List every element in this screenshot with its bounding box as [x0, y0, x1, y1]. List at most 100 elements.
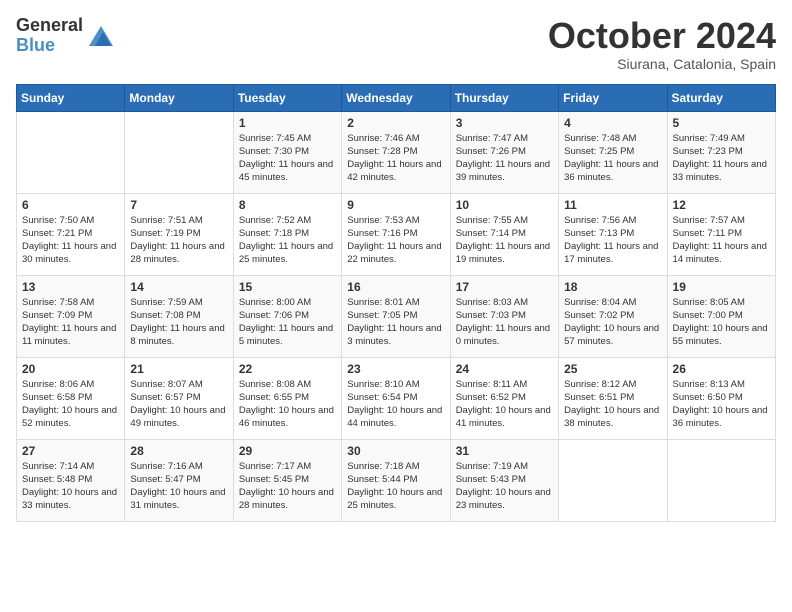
location: Siurana, Catalonia, Spain	[548, 56, 776, 72]
cell-4-7: 26 Sunrise: 8:13 AM Sunset: 6:50 PM Dayli…	[667, 357, 775, 439]
cell-4-1: 20 Sunrise: 8:06 AM Sunset: 6:58 PM Dayli…	[17, 357, 125, 439]
day-number: 23	[347, 362, 444, 376]
cell-4-3: 22 Sunrise: 8:08 AM Sunset: 6:55 PM Dayli…	[233, 357, 341, 439]
cell-5-1: 27Sunrise: 7:14 AM Sunset: 5:48 PM Dayli…	[17, 439, 125, 521]
cell-info: Sunrise: 7:47 AM Sunset: 7:26 PM Dayligh…	[456, 132, 553, 185]
cell-2-4: 9Sunrise: 7:53 AM Sunset: 7:16 PM Daylig…	[342, 193, 450, 275]
day-number: 9	[347, 198, 444, 212]
cell-3-7: 19 Sunrise: 8:05 AM Sunset: 7:00 PM Dayli…	[667, 275, 775, 357]
cell-5-3: 29 Sunrise: 7:17 AM Sunset: 5:45 PM Dayli…	[233, 439, 341, 521]
cell-2-3: 8Sunrise: 7:52 AM Sunset: 7:18 PM Daylig…	[233, 193, 341, 275]
day-number: 29	[239, 444, 336, 458]
calendar-body: 1Sunrise: 7:45 AM Sunset: 7:30 PM Daylig…	[17, 111, 776, 521]
cell-5-5: 31 Sunrise: 7:19 AM Sunset: 5:43 PM Dayli…	[450, 439, 558, 521]
logo: General Blue	[16, 16, 113, 56]
day-number: 12	[673, 198, 770, 212]
day-number: 28	[130, 444, 227, 458]
cell-info: Sunrise: 8:11 AM Sunset: 6:52 PM Dayligh…	[456, 378, 553, 431]
cell-2-7: 12 Sunrise: 7:57 AM Sunset: 7:11 PM Dayli…	[667, 193, 775, 275]
cell-info: Sunrise: 7:51 AM Sunset: 7:19 PM Dayligh…	[130, 214, 227, 267]
cell-info: Sunrise: 8:10 AM Sunset: 6:54 PM Dayligh…	[347, 378, 444, 431]
cell-info: Sunrise: 7:49 AM Sunset: 7:23 PM Dayligh…	[673, 132, 770, 185]
day-number: 25	[564, 362, 661, 376]
cell-1-2	[125, 111, 233, 193]
cell-3-1: 13Sunrise: 7:58 AM Sunset: 7:09 PM Dayli…	[17, 275, 125, 357]
cell-5-6	[559, 439, 667, 521]
cell-info: Sunrise: 8:03 AM Sunset: 7:03 PM Dayligh…	[456, 296, 553, 349]
weekday-tuesday: Tuesday	[233, 84, 341, 111]
cell-2-1: 6Sunrise: 7:50 AM Sunset: 7:21 PM Daylig…	[17, 193, 125, 275]
cell-info: Sunrise: 7:18 AM Sunset: 5:44 PM Dayligh…	[347, 460, 444, 513]
cell-info: Sunrise: 8:04 AM Sunset: 7:02 PM Dayligh…	[564, 296, 661, 349]
logo-blue: Blue	[16, 35, 55, 55]
cell-info: Sunrise: 8:05 AM Sunset: 7:00 PM Dayligh…	[673, 296, 770, 349]
week-row-1: 1Sunrise: 7:45 AM Sunset: 7:30 PM Daylig…	[17, 111, 776, 193]
cell-info: Sunrise: 7:48 AM Sunset: 7:25 PM Dayligh…	[564, 132, 661, 185]
day-number: 10	[456, 198, 553, 212]
cell-info: Sunrise: 8:13 AM Sunset: 6:50 PM Dayligh…	[673, 378, 770, 431]
cell-info: Sunrise: 7:16 AM Sunset: 5:47 PM Dayligh…	[130, 460, 227, 513]
cell-info: Sunrise: 7:14 AM Sunset: 5:48 PM Dayligh…	[22, 460, 119, 513]
cell-5-2: 28 Sunrise: 7:16 AM Sunset: 5:47 PM Dayli…	[125, 439, 233, 521]
day-number: 1	[239, 116, 336, 130]
day-number: 17	[456, 280, 553, 294]
month-title: October 2024	[548, 16, 776, 56]
cell-info: Sunrise: 8:06 AM Sunset: 6:58 PM Dayligh…	[22, 378, 119, 431]
day-number: 26	[673, 362, 770, 376]
cell-info: Sunrise: 8:00 AM Sunset: 7:06 PM Dayligh…	[239, 296, 336, 349]
day-number: 6	[22, 198, 119, 212]
cell-4-2: 21 Sunrise: 8:07 AM Sunset: 6:57 PM Dayli…	[125, 357, 233, 439]
day-number: 7	[130, 198, 227, 212]
week-row-5: 27Sunrise: 7:14 AM Sunset: 5:48 PM Dayli…	[17, 439, 776, 521]
day-number: 21	[130, 362, 227, 376]
cell-1-7: 5 Sunrise: 7:49 AM Sunset: 7:23 PM Daylig…	[667, 111, 775, 193]
day-number: 24	[456, 362, 553, 376]
cell-4-4: 23 Sunrise: 8:10 AM Sunset: 6:54 PM Dayli…	[342, 357, 450, 439]
logo-icon	[89, 26, 113, 46]
page-header: General Blue October 2024 Siurana, Catal…	[16, 16, 776, 72]
cell-info: Sunrise: 7:52 AM Sunset: 7:18 PM Dayligh…	[239, 214, 336, 267]
day-number: 3	[456, 116, 553, 130]
day-number: 5	[673, 116, 770, 130]
day-number: 19	[673, 280, 770, 294]
day-number: 22	[239, 362, 336, 376]
cell-info: Sunrise: 7:55 AM Sunset: 7:14 PM Dayligh…	[456, 214, 553, 267]
day-number: 31	[456, 444, 553, 458]
day-number: 15	[239, 280, 336, 294]
cell-1-5: 3 Sunrise: 7:47 AM Sunset: 7:26 PM Daylig…	[450, 111, 558, 193]
calendar-table: SundayMondayTuesdayWednesdayThursdayFrid…	[16, 84, 776, 522]
cell-info: Sunrise: 7:46 AM Sunset: 7:28 PM Dayligh…	[347, 132, 444, 185]
cell-info: Sunrise: 8:07 AM Sunset: 6:57 PM Dayligh…	[130, 378, 227, 431]
cell-4-5: 24 Sunrise: 8:11 AM Sunset: 6:52 PM Dayli…	[450, 357, 558, 439]
cell-1-3: 1Sunrise: 7:45 AM Sunset: 7:30 PM Daylig…	[233, 111, 341, 193]
week-row-4: 20 Sunrise: 8:06 AM Sunset: 6:58 PM Dayli…	[17, 357, 776, 439]
weekday-saturday: Saturday	[667, 84, 775, 111]
weekday-wednesday: Wednesday	[342, 84, 450, 111]
cell-3-5: 17 Sunrise: 8:03 AM Sunset: 7:03 PM Dayli…	[450, 275, 558, 357]
day-number: 30	[347, 444, 444, 458]
cell-info: Sunrise: 7:57 AM Sunset: 7:11 PM Dayligh…	[673, 214, 770, 267]
day-number: 11	[564, 198, 661, 212]
week-row-3: 13Sunrise: 7:58 AM Sunset: 7:09 PM Dayli…	[17, 275, 776, 357]
weekday-friday: Friday	[559, 84, 667, 111]
cell-info: Sunrise: 7:17 AM Sunset: 5:45 PM Dayligh…	[239, 460, 336, 513]
cell-1-4: 2 Sunrise: 7:46 AM Sunset: 7:28 PM Daylig…	[342, 111, 450, 193]
day-number: 20	[22, 362, 119, 376]
day-number: 2	[347, 116, 444, 130]
day-number: 16	[347, 280, 444, 294]
cell-info: Sunrise: 7:19 AM Sunset: 5:43 PM Dayligh…	[456, 460, 553, 513]
cell-1-6: 4 Sunrise: 7:48 AM Sunset: 7:25 PM Daylig…	[559, 111, 667, 193]
weekday-header-row: SundayMondayTuesdayWednesdayThursdayFrid…	[17, 84, 776, 111]
day-number: 4	[564, 116, 661, 130]
cell-2-5: 10 Sunrise: 7:55 AM Sunset: 7:14 PM Dayli…	[450, 193, 558, 275]
cell-3-6: 18Sunrise: 8:04 AM Sunset: 7:02 PM Dayli…	[559, 275, 667, 357]
cell-info: Sunrise: 8:08 AM Sunset: 6:55 PM Dayligh…	[239, 378, 336, 431]
day-number: 14	[130, 280, 227, 294]
cell-2-2: 7 Sunrise: 7:51 AM Sunset: 7:19 PM Daylig…	[125, 193, 233, 275]
cell-3-4: 16Sunrise: 8:01 AM Sunset: 7:05 PM Dayli…	[342, 275, 450, 357]
cell-1-1	[17, 111, 125, 193]
cell-2-6: 11Sunrise: 7:56 AM Sunset: 7:13 PM Dayli…	[559, 193, 667, 275]
cell-info: Sunrise: 7:59 AM Sunset: 7:08 PM Dayligh…	[130, 296, 227, 349]
cell-3-3: 15 Sunrise: 8:00 AM Sunset: 7:06 PM Dayli…	[233, 275, 341, 357]
day-number: 13	[22, 280, 119, 294]
